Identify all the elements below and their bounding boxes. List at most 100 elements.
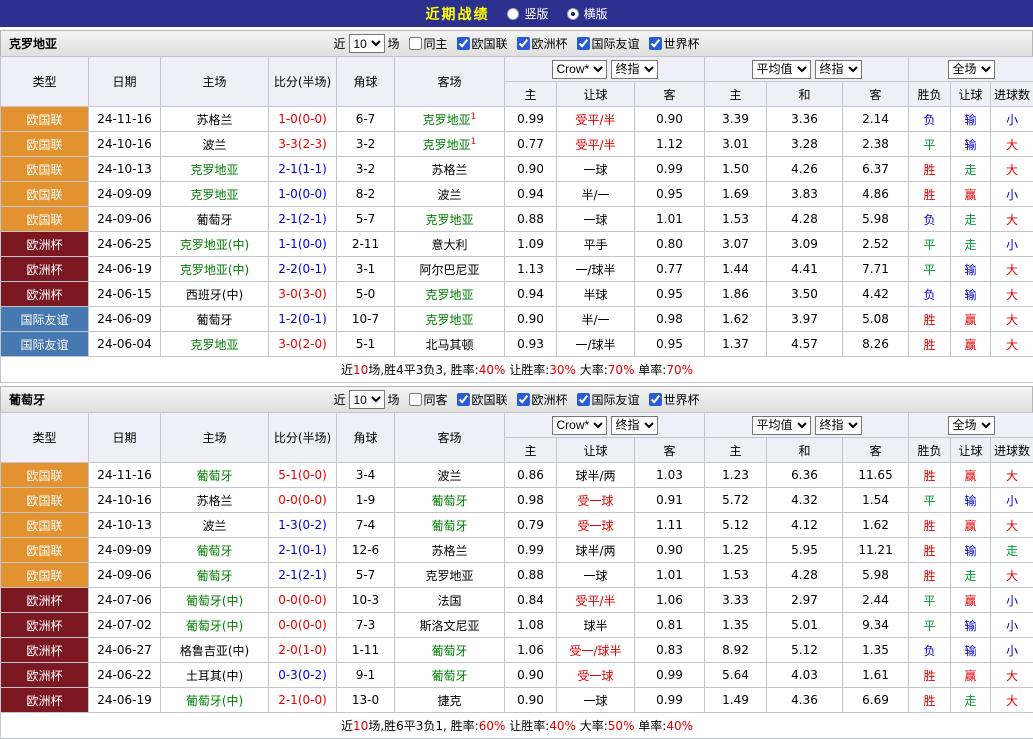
handicap-time-select[interactable]: 终指 — [611, 416, 658, 435]
corner-count: 5-7 — [337, 207, 395, 232]
bookmaker-select[interactable]: Crow* — [552, 416, 607, 435]
comp-filter-nations[interactable]: 欧国联 — [450, 391, 507, 408]
comp-nations-checkbox[interactable] — [456, 37, 469, 50]
handicap-home-odds: 1.06 — [505, 638, 557, 663]
result-goals: 小 — [991, 613, 1033, 638]
handicap-away-odds: 0.95 — [635, 332, 705, 357]
avg-home-odds: 5.72 — [705, 488, 767, 513]
same-venue-checkbox[interactable] — [408, 37, 421, 50]
handicap-line: 一球 — [557, 207, 635, 232]
away-team: 意大利 — [395, 232, 505, 257]
average-select[interactable]: 平均值 — [752, 60, 811, 79]
avg-home-odds: 1.23 — [705, 463, 767, 488]
match-date: 24-09-06 — [89, 563, 161, 588]
comp-filter-euro[interactable]: 欧洲杯 — [511, 35, 568, 52]
handicap-home-odds: 0.98 — [505, 488, 557, 513]
match-count-select[interactable]: 10 — [348, 34, 384, 53]
team-section-portugal: 葡萄牙 近 10 场 同客 欧国联 欧洲杯 国际友谊 世界 — [0, 386, 1033, 739]
layout-vertical-option[interactable]: 竖版 — [507, 5, 548, 22]
avg-away-odds: 11.21 — [843, 538, 909, 563]
comp-friendly-checkbox[interactable] — [577, 37, 590, 50]
handicap-away-odds: 0.98 — [635, 307, 705, 332]
comp-filter-euro[interactable]: 欧洲杯 — [511, 391, 568, 408]
corner-count: 8-2 — [337, 182, 395, 207]
avg-home-odds: 3.39 — [705, 107, 767, 132]
result-goals: 小 — [991, 638, 1033, 663]
match-date: 24-10-16 — [89, 488, 161, 513]
radio-checked-icon — [567, 8, 579, 20]
col-header-corner: 角球 — [337, 57, 395, 107]
comp-filter-friendly[interactable]: 国际友谊 — [571, 391, 640, 408]
comp-worldcup-checkbox[interactable] — [649, 37, 662, 50]
avg-away-odds: 7.71 — [843, 257, 909, 282]
result-handicap: 赢 — [951, 182, 991, 207]
average-select[interactable]: 平均值 — [752, 416, 811, 435]
home-team: 克罗地亚 — [161, 182, 269, 207]
comp-euro-checkbox[interactable] — [517, 393, 530, 406]
home-team: 葡萄牙(中) — [161, 613, 269, 638]
handicap-home-odds: 0.84 — [505, 588, 557, 613]
corner-count: 13-0 — [337, 688, 395, 713]
match-score: 3-0(2-0) — [269, 332, 337, 357]
home-team: 葡萄牙(中) — [161, 588, 269, 613]
col-header-date: 日期 — [89, 57, 161, 107]
team-label: 克罗地亚(中) — [180, 238, 249, 252]
avg-draw-odds: 6.36 — [767, 463, 843, 488]
comp-filter-friendly[interactable]: 国际友谊 — [571, 35, 640, 52]
match-date: 24-09-06 — [89, 207, 161, 232]
team-label: 克罗地亚 — [190, 188, 238, 202]
match-date: 24-09-09 — [89, 538, 161, 563]
comp-nations-checkbox[interactable] — [456, 393, 469, 406]
same-venue-filter[interactable]: 同主 — [402, 35, 447, 52]
handicap-line: 一/球半 — [557, 257, 635, 282]
result-outcome: 胜 — [909, 663, 951, 688]
competition-badge: 欧洲杯 — [1, 688, 89, 713]
handicap-time-select[interactable]: 终指 — [611, 60, 658, 79]
same-venue-filter[interactable]: 同客 — [402, 391, 447, 408]
result-outcome: 胜 — [909, 563, 951, 588]
competition-badge: 欧洲杯 — [1, 232, 89, 257]
handicap-line: 球半 — [557, 613, 635, 638]
comp-euro-checkbox[interactable] — [517, 37, 530, 50]
handicap-odds-group-header: Crow* 终指 — [505, 57, 705, 82]
result-handicap: 赢 — [951, 513, 991, 538]
summary-segment: 大率: — [576, 363, 608, 377]
comp-friendly-checkbox[interactable] — [577, 393, 590, 406]
competition-badge: 欧国联 — [1, 563, 89, 588]
match-count-select[interactable]: 10 — [348, 390, 384, 409]
team-label: 波兰 — [437, 188, 461, 202]
average-time-select[interactable]: 终指 — [815, 416, 862, 435]
match-score: 0-0(0-0) — [269, 488, 337, 513]
handicap-home-odds: 1.09 — [505, 232, 557, 257]
result-group-header: 全场 — [909, 57, 1033, 82]
competition-badge: 欧洲杯 — [1, 638, 89, 663]
match-score: 2-1(0-1) — [269, 538, 337, 563]
result-goals: 小 — [991, 182, 1033, 207]
away-team: 克罗地亚1 — [395, 107, 505, 132]
match-score: 5-1(0-0) — [269, 463, 337, 488]
team-label: 克罗地亚 — [425, 569, 473, 583]
same-venue-checkbox[interactable] — [408, 393, 421, 406]
match-score: 3-0(3-0) — [269, 282, 337, 307]
period-select[interactable]: 全场 — [948, 60, 995, 79]
result-outcome: 平 — [909, 132, 951, 157]
avg-draw-odds: 5.95 — [767, 538, 843, 563]
comp-filter-nations[interactable]: 欧国联 — [450, 35, 507, 52]
period-select[interactable]: 全场 — [948, 416, 995, 435]
handicap-away-odds: 0.99 — [635, 157, 705, 182]
average-time-select[interactable]: 终指 — [815, 60, 862, 79]
competition-badge: 欧洲杯 — [1, 282, 89, 307]
layout-horizontal-option[interactable]: 横版 — [567, 5, 608, 22]
home-team: 苏格兰 — [161, 488, 269, 513]
team-name: 葡萄牙 — [9, 391, 45, 408]
comp-filter-worldcup[interactable]: 世界杯 — [643, 391, 700, 408]
avg-home-odds: 5.64 — [705, 663, 767, 688]
bookmaker-select[interactable]: Crow* — [552, 60, 607, 79]
competition-badge: 欧洲杯 — [1, 663, 89, 688]
summary-segment: 30% — [549, 363, 576, 377]
comp-filter-worldcup[interactable]: 世界杯 — [643, 35, 700, 52]
match-score: 0-0(0-0) — [269, 588, 337, 613]
comp-worldcup-checkbox[interactable] — [649, 393, 662, 406]
avg-draw-odds: 4.36 — [767, 688, 843, 713]
competition-badge: 欧国联 — [1, 157, 89, 182]
